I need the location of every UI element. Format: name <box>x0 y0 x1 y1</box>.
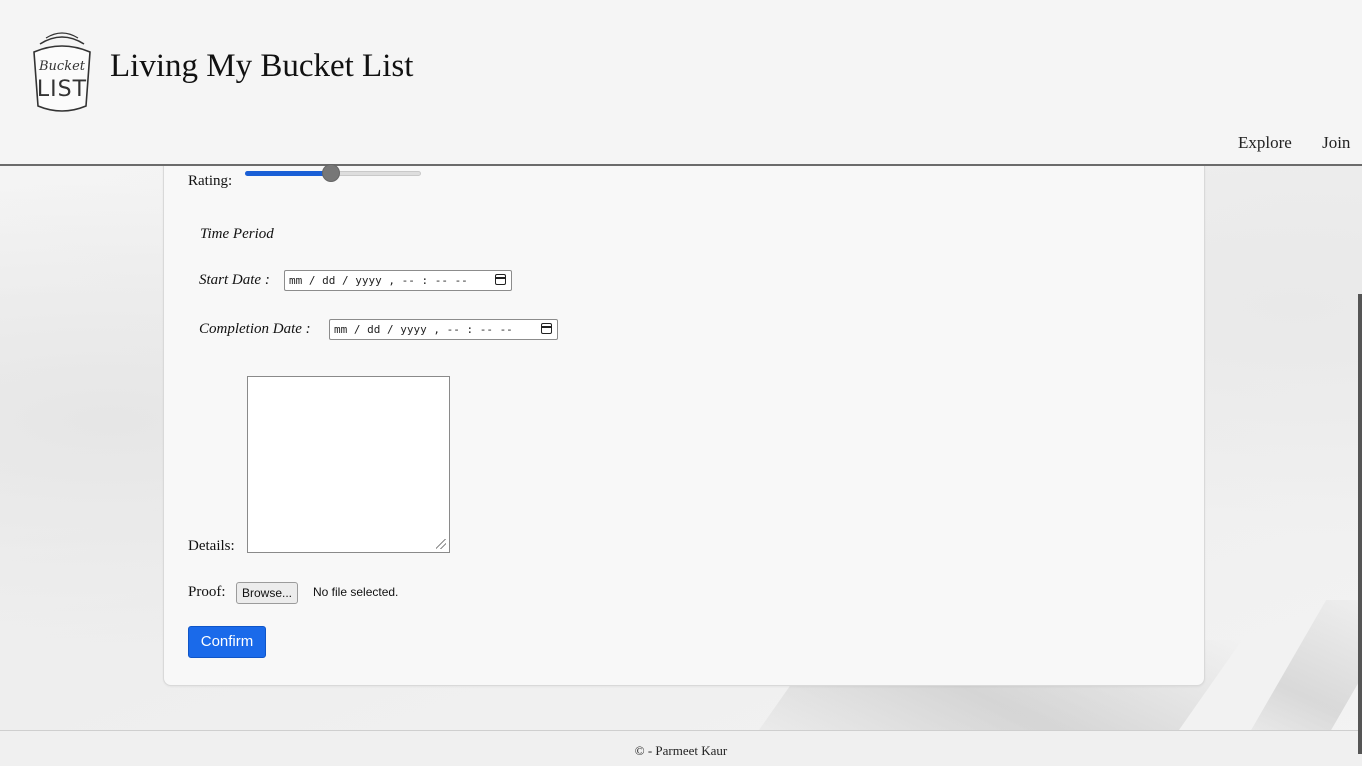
start-date-label: Start Date : <box>199 272 270 288</box>
time-period-title: Time Period <box>200 226 274 242</box>
start-date-placeholder: mm / dd / yyyy , -- : -- -- <box>289 274 468 287</box>
site-header: Bucket LIST Living My Bucket List Explor… <box>0 0 1362 166</box>
start-date-input[interactable]: mm / dd / yyyy , -- : -- -- <box>284 270 512 291</box>
details-label: Details: <box>188 538 235 554</box>
bucket-list-logo[interactable]: Bucket LIST <box>26 26 98 116</box>
nav-explore[interactable]: Explore <box>1238 133 1292 152</box>
completion-date-placeholder: mm / dd / yyyy , -- : -- -- <box>334 323 513 336</box>
resize-grip-icon[interactable] <box>436 539 446 549</box>
rating-slider-thumb[interactable] <box>322 164 340 182</box>
calendar-icon[interactable] <box>541 323 552 334</box>
browse-button[interactable]: Browse... <box>236 582 299 604</box>
file-status-text: No file selected. <box>313 585 399 599</box>
calendar-icon[interactable] <box>495 274 506 285</box>
page-scrollbar[interactable] <box>1358 294 1362 754</box>
nav-join[interactable]: Join <box>1322 133 1350 152</box>
confirm-button[interactable]: Confirm <box>188 626 266 658</box>
svg-text:Bucket: Bucket <box>38 59 86 74</box>
completion-date-input[interactable]: mm / dd / yyyy , -- : -- -- <box>329 319 558 340</box>
rating-label: Rating: <box>188 173 233 189</box>
completion-date-label: Completion Date : <box>199 321 311 337</box>
rating-slider-fill <box>245 171 331 176</box>
site-title[interactable]: Living My Bucket List <box>110 48 413 85</box>
copyright-text: © - Parmeet Kaur <box>634 743 728 758</box>
proof-label: Proof: <box>188 584 226 600</box>
svg-text:LIST: LIST <box>37 77 87 102</box>
site-footer: © - Parmeet Kaur <box>0 730 1362 766</box>
details-textarea[interactable] <box>247 376 450 553</box>
rating-slider[interactable] <box>245 164 421 182</box>
main-nav: Explore Join <box>1238 133 1362 153</box>
